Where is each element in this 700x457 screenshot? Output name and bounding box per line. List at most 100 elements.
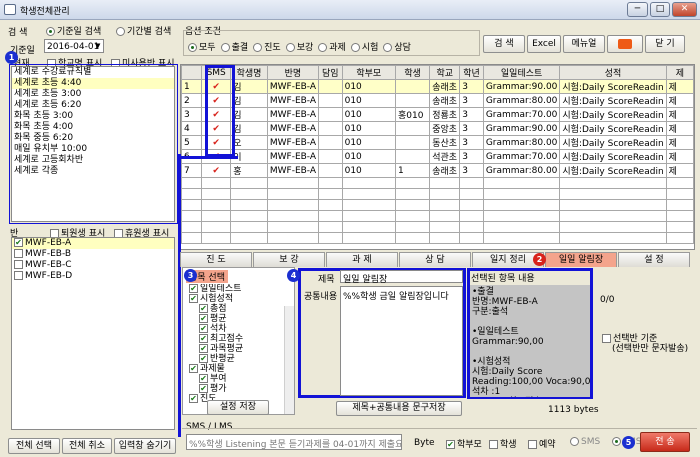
- tree-item[interactable]: ✔ 최고점수: [187, 334, 287, 344]
- table-cell: Grammar:90.00: [482, 121, 561, 136]
- tree-item[interactable]: ✔ 과제물: [187, 364, 287, 374]
- tab-item[interactable]: 설 정: [618, 252, 690, 267]
- table-cell: 송래초: [429, 93, 461, 108]
- table-cell: [230, 177, 268, 189]
- maximize-button[interactable]: □: [650, 2, 670, 17]
- table-header[interactable]: 학년: [459, 65, 484, 80]
- table-cell: 송래초: [429, 163, 461, 178]
- table-cell: [266, 199, 320, 211]
- table-header[interactable]: 학교: [429, 65, 461, 80]
- tree-item[interactable]: ✔ 과목평균: [187, 344, 287, 354]
- table-header[interactable]: 제: [665, 65, 694, 80]
- tab-item[interactable]: 진 도: [180, 252, 252, 267]
- save-notice-button[interactable]: 제목+공통내용 문구저장: [336, 401, 462, 416]
- table-header[interactable]: 학생명: [230, 65, 268, 80]
- table-row[interactable]: 3 ✔ 김 MWF-EB-A 010 홍010 정룡초 3 Grammar:70.00 시험:Da…: [181, 107, 694, 122]
- close-button[interactable]: 닫 기: [645, 35, 685, 53]
- tree-item[interactable]: ✔ 평가: [187, 384, 287, 394]
- radio-icon: [253, 43, 263, 52]
- check-parent[interactable]: ✔ 학부모: [446, 437, 482, 450]
- option-radio-label: 상담: [394, 43, 411, 53]
- notice-body-textarea[interactable]: %%학생 금일 알림장입니다: [340, 286, 463, 396]
- table-cell: [341, 232, 397, 244]
- table-row[interactable]: 6 ✔ 이 MWF-EB-A 010 석관초 3 Grammar:70.00 시험:Daily …: [181, 149, 694, 164]
- table-cell: [230, 199, 268, 211]
- radio-sms[interactable]: SMS: [570, 437, 600, 447]
- table-row[interactable]: 2 ✔ 김 MWF-EB-A 010 송래초 3 Grammar:80.00 시험:Daily …: [181, 93, 694, 108]
- table-cell: [665, 199, 694, 211]
- ban-item-label: MWF-EB-B: [25, 249, 72, 259]
- ban-list-item[interactable]: ✔ MWF-EB-A: [12, 238, 174, 249]
- radio-range-search[interactable]: 기간별 검색: [116, 24, 171, 37]
- ban-list-item[interactable]: MWF-EB-C: [12, 260, 174, 271]
- ban-list[interactable]: ✔ MWF-EB-A MWF-EB-B MWF-EB-C MWF-EB-D: [11, 237, 175, 430]
- ban-list-item[interactable]: MWF-EB-B: [12, 249, 174, 260]
- sms-check-cell[interactable]: ✔: [201, 163, 232, 178]
- send-button[interactable]: 전 송: [640, 432, 690, 452]
- tab-item[interactable]: 상 담: [399, 252, 471, 267]
- preview-line: 구분:출석: [472, 307, 509, 317]
- items-tree[interactable]: ✔ 일일테스트 ✔ 시험성적 ✔ 총점 ✔ 평균 ✔ 석차 ✔ 최고점수 ✔ 과목평균 ✔ 반평균 ✔ 과제물 ✔ 부…: [187, 284, 287, 414]
- tab-item[interactable]: 과 제: [326, 252, 398, 267]
- sms-label: SMS / LMS: [186, 422, 233, 432]
- tree-item-label: 부여: [210, 374, 227, 384]
- check-reserve[interactable]: 예약: [528, 437, 556, 450]
- check-student[interactable]: 학생: [489, 437, 517, 450]
- radio-label: 기준일 검색: [57, 27, 102, 37]
- tree-item[interactable]: ✔ 총점: [187, 304, 287, 314]
- close-window-button[interactable]: ✕: [672, 2, 697, 17]
- checkbox-icon: ✔: [14, 238, 23, 247]
- tree-item[interactable]: ✔ 평균: [187, 314, 287, 324]
- select-all-button[interactable]: 전체 선택: [8, 438, 60, 454]
- byte-label: Byte: [414, 438, 435, 448]
- option-radio[interactable]: 출결: [220, 43, 248, 53]
- table-header[interactable]: 성적: [559, 65, 667, 80]
- tree-item[interactable]: ✔ 일일테스트: [187, 284, 287, 294]
- ban-list-item[interactable]: MWF-EB-D: [12, 271, 174, 282]
- tab-item[interactable]: 보 강: [253, 252, 325, 267]
- tree-item[interactable]: ✔ 반평균: [187, 354, 287, 364]
- tree-item[interactable]: ✔ 석차: [187, 324, 287, 334]
- table-row[interactable]: 5 ✔ 오 MWF-EB-A 010 동산초 3 Grammar:80.00 시험:Daily …: [181, 135, 694, 150]
- table-row[interactable]: 4 ✔ 김 MWF-EB-A 010 중앙초 3 Grammar:90.00 시험:Daily …: [181, 121, 694, 136]
- search-button[interactable]: 검 색: [483, 35, 525, 53]
- table-header[interactable]: 반명: [266, 65, 320, 80]
- excel-button[interactable]: Excel: [527, 35, 561, 53]
- table-row[interactable]: 1 ✔ 김 MWF-EB-A 010 송래초 3 Grammar:90.00 시험:Daily …: [181, 79, 694, 94]
- notice-title-input[interactable]: 일일 알림장: [340, 270, 463, 285]
- table-cell: 시험:Daily ScoreReadin: [559, 149, 667, 164]
- table-header[interactable]: 학부모: [341, 65, 397, 80]
- table-header[interactable]: 담임: [318, 65, 343, 80]
- table-header[interactable]: 학생: [394, 65, 431, 80]
- hide-input-button[interactable]: 입력창 숨기기: [114, 438, 176, 454]
- sms-message-input[interactable]: %%학생 Listening 본문 듣기과제를 04-01까지 제출요망~: [186, 434, 402, 450]
- preview-content: •출결 반명:MWF-EB-A 구분:출석 •일일테스트 Grammar:90,00 •시…: [470, 285, 590, 397]
- table-cell: [482, 221, 561, 233]
- option-radio[interactable]: 보강: [285, 43, 313, 53]
- tab-item[interactable]: 일일 알림장: [545, 252, 617, 267]
- date-input[interactable]: 2016-04-01 ▼: [44, 39, 104, 53]
- table-header[interactable]: 일일테스트: [482, 65, 561, 80]
- option-radio[interactable]: 진도: [253, 43, 281, 53]
- table-cell: 제: [665, 79, 694, 94]
- minimize-button[interactable]: ─: [627, 2, 648, 17]
- table-cell: [318, 210, 343, 222]
- table-row-empty: [181, 199, 694, 211]
- option-radio[interactable]: 시험: [350, 43, 378, 53]
- unselect-all-button[interactable]: 전체 취소: [62, 438, 112, 454]
- preview-line: 반명:MWF-EB-A: [472, 297, 538, 307]
- manual-button[interactable]: 메뉴얼: [563, 35, 605, 53]
- video-button[interactable]: [607, 35, 643, 53]
- table-row[interactable]: 7 ✔ 홍 MWF-EB-A 010 1 송래초 3 Grammar:80.00 시험:Daily…: [181, 163, 694, 178]
- tree-item[interactable]: ✔ 부여: [187, 374, 287, 384]
- preview-line: 석차 :1: [472, 387, 501, 397]
- option-radio[interactable]: 상담: [383, 43, 411, 53]
- items-scrollbar[interactable]: [284, 306, 294, 414]
- tree-item[interactable]: ✔ 시험성적: [187, 294, 287, 304]
- table-cell: [266, 232, 320, 244]
- radio-period-search[interactable]: 기준일 검색: [46, 24, 101, 37]
- option-radio[interactable]: 과제: [318, 43, 346, 53]
- table-header[interactable]: [181, 65, 203, 80]
- save-settings-button[interactable]: 설정 저장: [207, 400, 269, 415]
- option-radio[interactable]: 모두: [188, 43, 216, 53]
